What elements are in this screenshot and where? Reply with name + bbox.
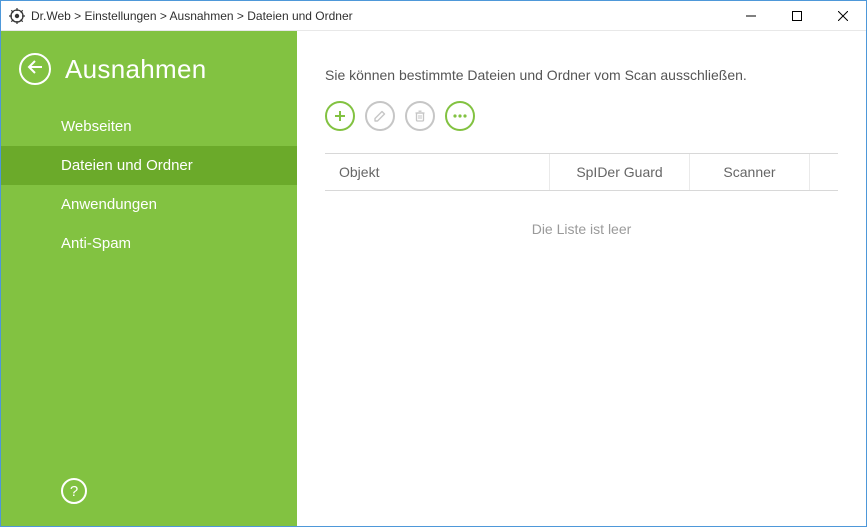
- maximize-button[interactable]: [774, 1, 820, 30]
- sidebar-item-label: Anwendungen: [61, 196, 157, 213]
- sidebar-header: Ausnahmen: [1, 31, 297, 103]
- sidebar-item-anwendungen[interactable]: Anwendungen: [1, 185, 297, 224]
- toolbar: [325, 101, 838, 131]
- table-body: Die Liste ist leer: [325, 191, 838, 237]
- sidebar-title: Ausnahmen: [65, 54, 206, 85]
- more-button[interactable]: [445, 101, 475, 131]
- dots-icon: [452, 113, 468, 119]
- window-controls: [728, 1, 866, 30]
- column-header-scanner[interactable]: Scanner: [690, 154, 810, 190]
- arrow-left-icon: [27, 60, 43, 79]
- help-button[interactable]: ?: [61, 478, 87, 504]
- sidebar-item-anti-spam[interactable]: Anti-Spam: [1, 224, 297, 263]
- close-button[interactable]: [820, 1, 866, 30]
- edit-button: [365, 101, 395, 131]
- sidebar-items: Webseiten Dateien und Ordner Anwendungen…: [1, 107, 297, 263]
- column-header-end: [810, 154, 838, 190]
- pencil-icon: [373, 109, 387, 123]
- sidebar-item-dateien-und-ordner[interactable]: Dateien und Ordner: [1, 146, 297, 185]
- sidebar-item-label: Webseiten: [61, 118, 132, 135]
- plus-icon: [333, 109, 347, 123]
- sidebar: Ausnahmen Webseiten Dateien und Ordner A…: [1, 31, 297, 526]
- add-button[interactable]: [325, 101, 355, 131]
- sidebar-item-label: Anti-Spam: [61, 235, 131, 252]
- exclusion-table: Objekt SpIDer Guard Scanner Die Liste is…: [325, 153, 838, 237]
- sidebar-item-label: Dateien und Ordner: [61, 157, 193, 174]
- description-text: Sie können bestimmte Dateien und Ordner …: [325, 67, 838, 83]
- table-header: Objekt SpIDer Guard Scanner: [325, 153, 838, 191]
- delete-button: [405, 101, 435, 131]
- column-header-spider-guard[interactable]: SpIDer Guard: [550, 154, 690, 190]
- column-header-object[interactable]: Objekt: [325, 154, 550, 190]
- content-area: Ausnahmen Webseiten Dateien und Ordner A…: [1, 31, 866, 526]
- sidebar-item-webseiten[interactable]: Webseiten: [1, 107, 297, 146]
- back-button[interactable]: [19, 53, 51, 85]
- empty-list-text: Die Liste ist leer: [532, 221, 632, 237]
- titlebar: Dr.Web > Einstellungen > Ausnahmen > Dat…: [1, 1, 866, 31]
- main-panel: Sie können bestimmte Dateien und Ordner …: [297, 31, 866, 526]
- trash-icon: [413, 109, 427, 123]
- minimize-button[interactable]: [728, 1, 774, 30]
- app-logo-icon: [9, 8, 25, 24]
- breadcrumb: Dr.Web > Einstellungen > Ausnahmen > Dat…: [31, 9, 728, 23]
- question-icon: ?: [70, 483, 78, 500]
